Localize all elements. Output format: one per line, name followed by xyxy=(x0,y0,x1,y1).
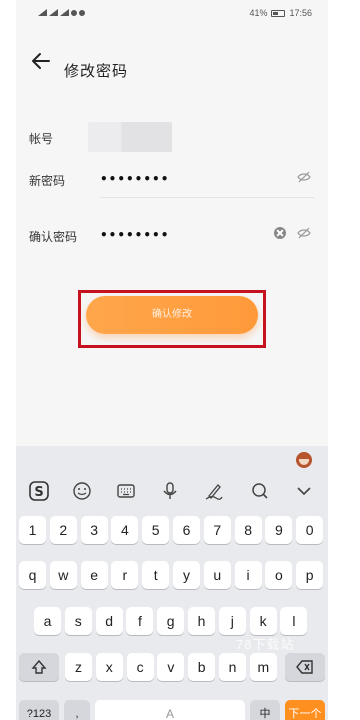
number-key-3[interactable]: 3 xyxy=(80,516,108,544)
letter-key-y[interactable]: y xyxy=(173,561,200,589)
eye-off-icon[interactable] xyxy=(296,169,312,185)
shift-key[interactable] xyxy=(19,653,59,681)
next-key[interactable]: 下一个 xyxy=(285,700,325,720)
wifi-icon xyxy=(71,9,77,16)
notification-icon xyxy=(79,9,85,16)
clear-input-icon[interactable] xyxy=(274,227,286,239)
confirm-password-row[interactable]: 确认密码 •••••••• xyxy=(16,214,328,258)
sogou-s-icon[interactable]: S xyxy=(27,479,51,503)
clock: 17:56 xyxy=(289,8,312,18)
page-title: 修改密码 xyxy=(64,62,129,80)
sim-icon xyxy=(38,9,47,16)
soft-keyboard: S 1234567890 qwertyuiop asdfghjkl z x c … xyxy=(16,446,328,720)
letter-key-i[interactable]: i xyxy=(234,561,262,589)
microphone-icon[interactable] xyxy=(158,479,182,503)
bottom-row: ?123 , A 中 下一个 xyxy=(16,700,328,720)
letter-key-e[interactable]: e xyxy=(80,561,108,589)
letter-key-h[interactable]: h xyxy=(188,607,215,635)
status-right: 41% 17:56 xyxy=(249,8,312,18)
account-label: 帐号 xyxy=(29,132,54,146)
letter-key-k[interactable]: k xyxy=(249,607,277,635)
backspace-key[interactable] xyxy=(285,653,325,681)
chevron-down-icon[interactable] xyxy=(292,479,316,503)
status-icons xyxy=(38,9,85,16)
number-key-6[interactable]: 6 xyxy=(173,516,200,544)
new-password-row[interactable]: 新密码 •••••••• xyxy=(16,158,328,202)
eye-off-icon[interactable] xyxy=(296,225,312,241)
search-icon[interactable] xyxy=(248,479,272,503)
confirm-password-field[interactable]: •••••••• xyxy=(100,228,169,242)
confirm-password-label: 确认密码 xyxy=(29,230,78,244)
page-header: 修改密码 xyxy=(16,40,328,94)
password-form: 帐号 新密码 •••••••• 确认密码 •••••••• xyxy=(16,100,328,260)
letter-key-g[interactable]: g xyxy=(157,607,185,635)
letter-row-q: qwertyuiop xyxy=(16,561,328,593)
letter-row-z: zxcvbnm xyxy=(16,653,328,685)
letter-key-z[interactable]: z xyxy=(65,653,92,681)
number-key-8[interactable]: 8 xyxy=(234,516,262,544)
new-password-label: 新密码 xyxy=(29,174,66,188)
letter-key-m[interactable]: m xyxy=(249,653,277,681)
symbols-key[interactable]: ?123 xyxy=(19,700,59,720)
letter-key-r[interactable]: r xyxy=(111,561,139,589)
comma-key[interactable]: , xyxy=(64,700,90,720)
watermark: 78下载站 xyxy=(236,637,295,652)
letter-key-n[interactable]: n xyxy=(219,653,246,681)
number-key-7[interactable]: 7 xyxy=(203,516,231,544)
letter-key-l[interactable]: l xyxy=(280,607,308,635)
emoji-icon[interactable] xyxy=(70,479,94,503)
number-key-0[interactable]: 0 xyxy=(296,516,324,544)
letter-key-s[interactable]: s xyxy=(64,607,92,635)
handwriting-icon[interactable] xyxy=(202,479,226,503)
ime-mascot-icon[interactable] xyxy=(296,452,312,468)
signal-icon-2 xyxy=(60,9,69,16)
number-row: 1234567890 xyxy=(16,516,328,548)
letter-key-o[interactable]: o xyxy=(265,561,293,589)
account-value-redacted xyxy=(88,122,172,152)
arrow-left-icon[interactable] xyxy=(30,50,52,72)
letter-key-d[interactable]: d xyxy=(95,607,123,635)
number-key-1[interactable]: 1 xyxy=(19,516,46,544)
letter-key-w[interactable]: w xyxy=(49,561,77,589)
number-key-9[interactable]: 9 xyxy=(265,516,293,544)
letter-key-t[interactable]: t xyxy=(142,561,170,589)
account-row: 帐号 xyxy=(16,110,328,154)
letter-key-a[interactable]: a xyxy=(34,607,61,635)
letter-key-q[interactable]: q xyxy=(19,561,46,589)
field-underline xyxy=(100,197,314,198)
letter-key-p[interactable]: p xyxy=(296,561,324,589)
number-key-2[interactable]: 2 xyxy=(49,516,77,544)
letter-key-v[interactable]: v xyxy=(157,653,185,681)
status-bar: 41% 17:56 xyxy=(16,0,328,26)
letter-key-f[interactable]: f xyxy=(126,607,154,635)
letter-key-b[interactable]: b xyxy=(188,653,216,681)
battery-icon xyxy=(271,9,286,17)
new-password-field[interactable]: •••••••• xyxy=(100,172,169,186)
space-key[interactable]: A xyxy=(95,700,245,720)
letter-key-c[interactable]: c xyxy=(126,653,154,681)
confirm-change-button[interactable]: 确认修改 xyxy=(86,296,258,334)
number-key-4[interactable]: 4 xyxy=(111,516,139,544)
battery-percent: 41% xyxy=(249,8,268,18)
letter-key-u[interactable]: u xyxy=(203,561,231,589)
letter-key-x[interactable]: x xyxy=(95,653,123,681)
keyboard-icon[interactable] xyxy=(114,479,138,503)
svg-text:S: S xyxy=(34,485,43,500)
letter-key-j[interactable]: j xyxy=(218,607,246,635)
number-key-5[interactable]: 5 xyxy=(142,516,170,544)
app-screen: 41% 17:56 修改密码 帐号 新密码 •••••••• 确认密码 •••• xyxy=(16,0,328,720)
keyboard-toolbar: S xyxy=(16,476,328,506)
language-key[interactable]: 中 xyxy=(250,700,280,720)
signal-icon xyxy=(49,9,58,16)
